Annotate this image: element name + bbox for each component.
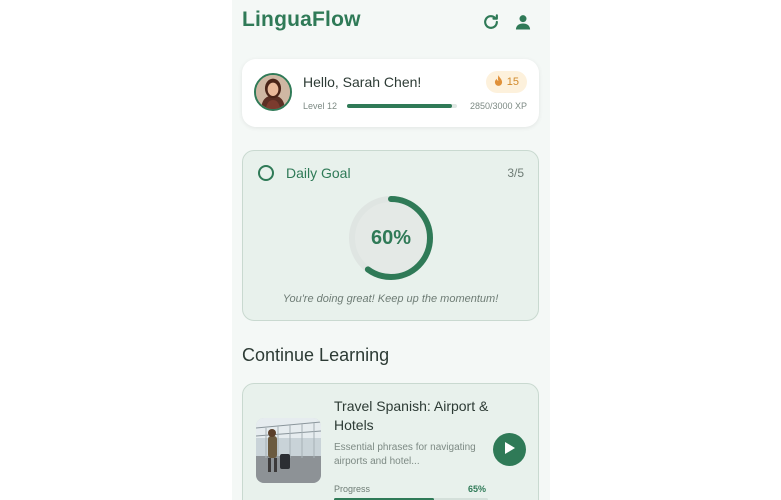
avatar[interactable] (254, 73, 292, 111)
app-screen: LinguaFlow Hello, Sarah Chen! 15 Level 1… (232, 0, 550, 500)
user-icon[interactable] (513, 12, 533, 32)
play-button[interactable] (493, 433, 526, 466)
progress-label: Progress (334, 484, 371, 494)
course-title: Travel Spanish: Airport & Hotels (334, 398, 489, 433)
daily-goal-card: Daily Goal 3/5 60% You're doing great! K… (242, 150, 539, 321)
course-thumbnail (256, 418, 321, 483)
refresh-icon[interactable] (481, 12, 501, 32)
goal-percent: 60% (370, 226, 412, 249)
course-card[interactable]: Travel Spanish: Airport & Hotels Essenti… (242, 383, 539, 500)
greeting-text: Hello, Sarah Chen! (303, 74, 422, 90)
goal-message: You're doing great! Keep up the momentum… (282, 293, 499, 305)
xp-progress-bar (347, 104, 457, 108)
streak-count: 15 (506, 76, 519, 88)
app-header: LinguaFlow (242, 8, 532, 36)
goal-check-icon[interactable] (258, 165, 274, 181)
streak-badge: 15 (485, 71, 527, 93)
course-description: Essential phrases for navigating airport… (334, 442, 476, 467)
progress-percent: 65% (468, 484, 487, 494)
flame-icon (494, 75, 503, 89)
xp-text: 2850/3000 XP (469, 101, 527, 111)
play-icon (504, 441, 515, 459)
profile-card: Hello, Sarah Chen! 15 Level 12 2850/3000… (242, 59, 539, 127)
xp-progress-fill (347, 104, 452, 108)
daily-goal-title: Daily Goal (286, 165, 351, 181)
app-title: LinguaFlow (242, 8, 361, 31)
daily-goal-count: 3/5 (507, 166, 524, 180)
section-title: Continue Learning (242, 345, 390, 365)
level-label: Level 12 (303, 101, 338, 111)
